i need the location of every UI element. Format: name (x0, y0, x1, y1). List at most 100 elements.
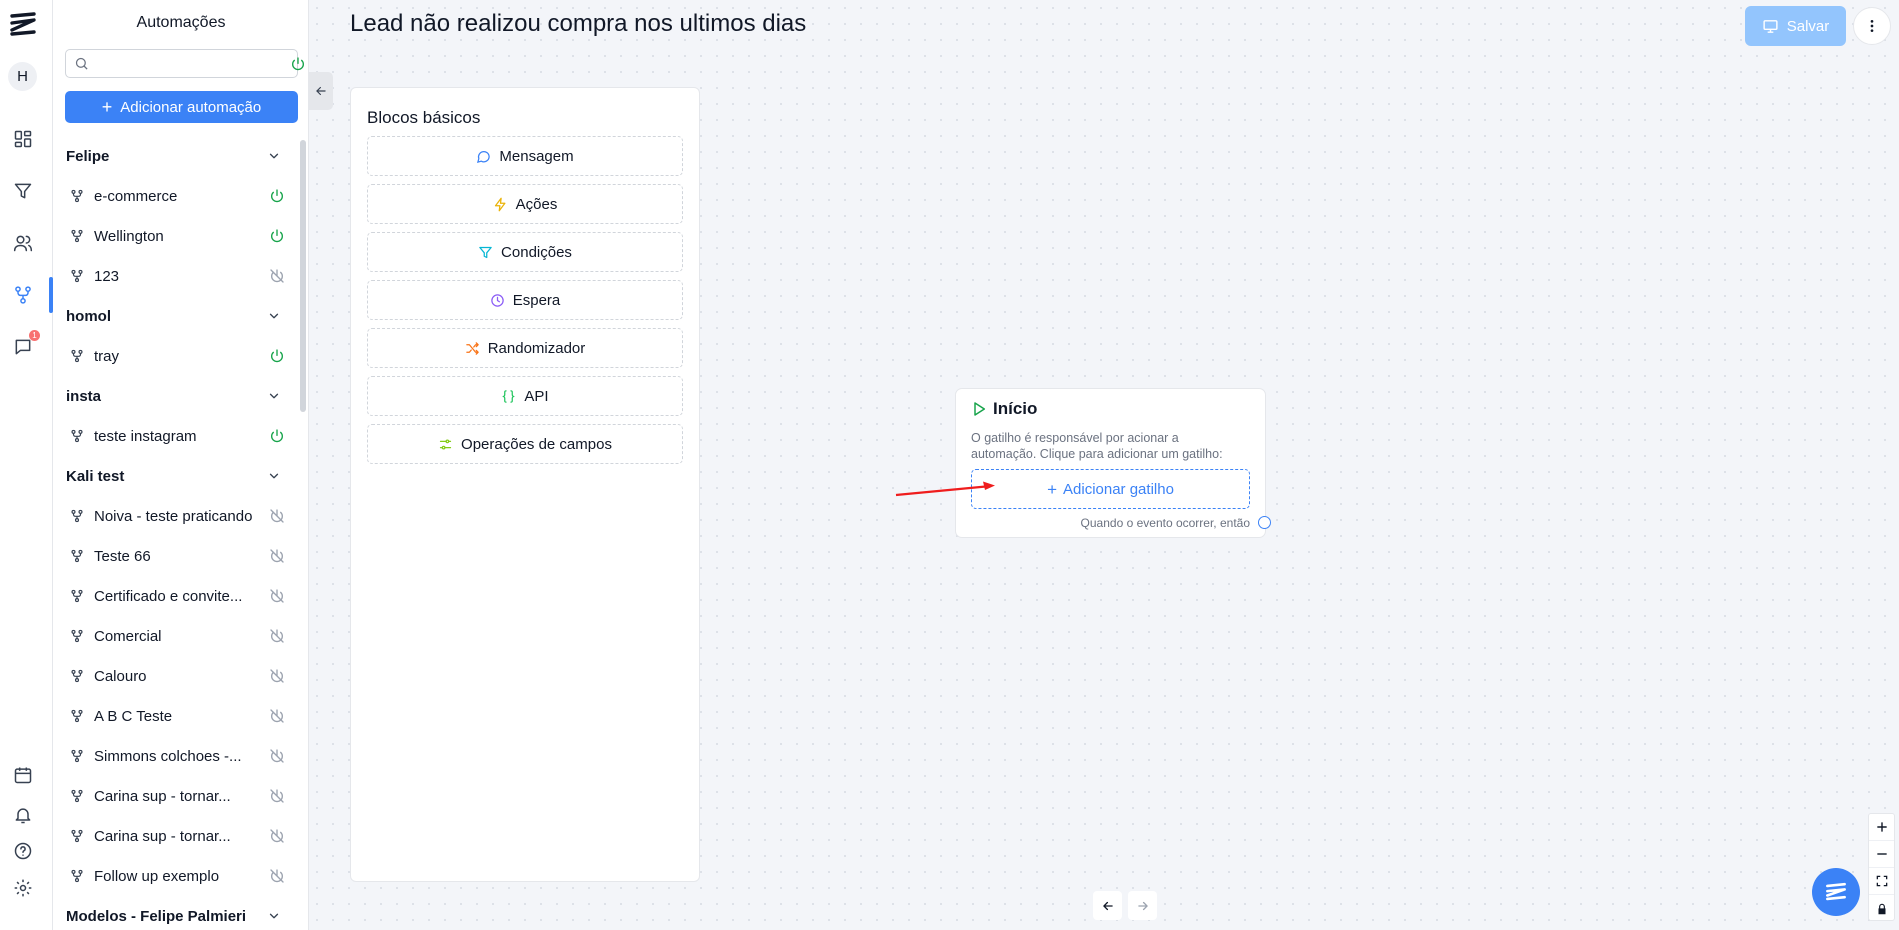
power-filter-icon[interactable] (290, 56, 306, 72)
lock-icon (1878, 903, 1885, 914)
power-on-icon[interactable] (269, 228, 285, 244)
zoom-out-button[interactable] (1869, 841, 1894, 868)
chevron-down-icon[interactable] (267, 149, 281, 163)
annotation-arrow-icon (895, 481, 995, 497)
settings-icon[interactable] (8, 873, 37, 902)
automation-item[interactable]: Wellington (53, 216, 297, 256)
block-acoes[interactable]: Ações (367, 184, 683, 224)
block-espera[interactable]: Espera (367, 280, 683, 320)
workflow-icon (70, 229, 84, 243)
block-operacoes-campos[interactable]: Operações de campos (367, 424, 683, 464)
automation-item[interactable]: e-commerce (53, 176, 297, 216)
automation-name: Teste 66 (94, 547, 151, 565)
automation-item[interactable]: teste instagram (53, 416, 297, 456)
block-condicoes[interactable]: Condições (367, 232, 683, 272)
power-on-icon[interactable] (269, 428, 285, 444)
fit-view-button[interactable] (1869, 868, 1894, 895)
braces-icon (502, 389, 516, 403)
contacts-icon[interactable] (8, 228, 37, 257)
lock-button[interactable] (1869, 895, 1894, 922)
undo-button[interactable] (1093, 891, 1122, 920)
collapse-sidebar-button[interactable] (309, 72, 333, 110)
power-off-icon[interactable] (269, 548, 285, 564)
automations-icon[interactable] (8, 280, 37, 309)
automation-item[interactable]: Carina sup - tornar... (53, 776, 297, 816)
block-mensagem[interactable]: Mensagem (367, 136, 683, 176)
blocks-title: Blocos básicos (367, 108, 481, 127)
help-icon[interactable] (8, 836, 37, 865)
automation-item[interactable]: Teste 66 (53, 536, 297, 576)
avatar[interactable]: H (8, 62, 37, 91)
automation-item[interactable]: Simmons colchoes -... (53, 736, 297, 776)
funnel-icon[interactable] (8, 176, 37, 205)
filter-icon (479, 246, 492, 258)
automation-item[interactable]: 123 (53, 256, 297, 296)
calendar-icon[interactable] (8, 760, 37, 789)
group-header[interactable]: insta (53, 376, 297, 416)
bell-icon[interactable] (8, 800, 37, 829)
redo-button[interactable] (1128, 891, 1157, 920)
power-on-icon[interactable] (269, 348, 285, 364)
group-header[interactable]: Felipe (53, 136, 297, 176)
start-node[interactable]: Início O gatilho é responsável por acion… (955, 388, 1266, 538)
workflow-icon (70, 509, 84, 523)
chevron-down-icon[interactable] (267, 469, 281, 483)
power-off-icon[interactable] (269, 828, 285, 844)
automation-item[interactable]: tray (53, 336, 297, 376)
group-header[interactable]: Modelos - Felipe Palmieri (53, 896, 297, 930)
group-header[interactable]: homol (53, 296, 297, 336)
dashboard-icon[interactable] (8, 124, 37, 153)
automation-item[interactable]: Follow up exemplo (53, 856, 297, 896)
start-node-footer: Quando o evento ocorrer, então (1080, 516, 1250, 530)
save-button[interactable]: Salvar (1745, 6, 1846, 46)
automation-item[interactable]: Carina sup - tornar... (53, 816, 297, 856)
automation-name: e-commerce (94, 187, 178, 205)
workflow-icon (70, 549, 84, 563)
support-chat-button[interactable] (1812, 868, 1860, 916)
workflow-icon (70, 349, 84, 363)
block-label: Mensagem (499, 147, 574, 165)
power-off-icon[interactable] (269, 748, 285, 764)
arrow-left-icon (1102, 901, 1113, 910)
workflow-icon (70, 669, 84, 683)
block-randomizador[interactable]: Randomizador (367, 328, 683, 368)
power-off-icon[interactable] (269, 508, 285, 524)
search-input[interactable] (92, 54, 267, 74)
workflow-icon (70, 869, 84, 883)
logo-icon[interactable] (8, 10, 38, 40)
automation-item[interactable]: Noiva - teste praticando (53, 496, 297, 536)
add-automation-label: Adicionar automação (120, 98, 262, 116)
workflow-icon (70, 709, 84, 723)
group-header[interactable]: Kali test (53, 456, 297, 496)
search-box[interactable] (65, 49, 304, 78)
power-on-icon[interactable] (269, 188, 285, 204)
output-handle[interactable] (1258, 516, 1271, 529)
zoom-controls (1868, 813, 1895, 921)
power-off-icon[interactable] (269, 868, 285, 884)
chevron-down-icon[interactable] (267, 309, 281, 323)
add-automation-button[interactable]: + Adicionar automação (65, 91, 298, 123)
automation-item[interactable]: Calouro (53, 656, 297, 696)
plus-icon: + (1047, 479, 1058, 499)
power-off-icon[interactable] (269, 788, 285, 804)
power-off-icon[interactable] (269, 668, 285, 684)
power-off-icon[interactable] (269, 628, 285, 644)
add-trigger-button[interactable]: + Adicionar gatilho (971, 469, 1250, 509)
zoom-in-button[interactable] (1869, 814, 1894, 841)
workflow-icon (70, 189, 84, 203)
notification-badge: 1 (29, 330, 40, 341)
chevron-down-icon[interactable] (267, 389, 281, 403)
more-options-button[interactable] (1853, 7, 1891, 45)
automation-item[interactable]: Certificado e convite... (53, 576, 297, 616)
block-label: Espera (512, 291, 561, 309)
message-circle-icon (477, 150, 491, 163)
automation-item[interactable]: A B C Teste (53, 696, 297, 736)
sidebar-scrollbar[interactable] (300, 140, 306, 412)
chevron-down-icon[interactable] (267, 909, 281, 923)
power-off-icon[interactable] (269, 268, 285, 284)
automation-item[interactable]: Comercial (53, 616, 297, 656)
nav-rail: H 1 (0, 0, 53, 930)
power-off-icon[interactable] (269, 708, 285, 724)
power-off-icon[interactable] (269, 588, 285, 604)
block-api[interactable]: API (367, 376, 683, 416)
